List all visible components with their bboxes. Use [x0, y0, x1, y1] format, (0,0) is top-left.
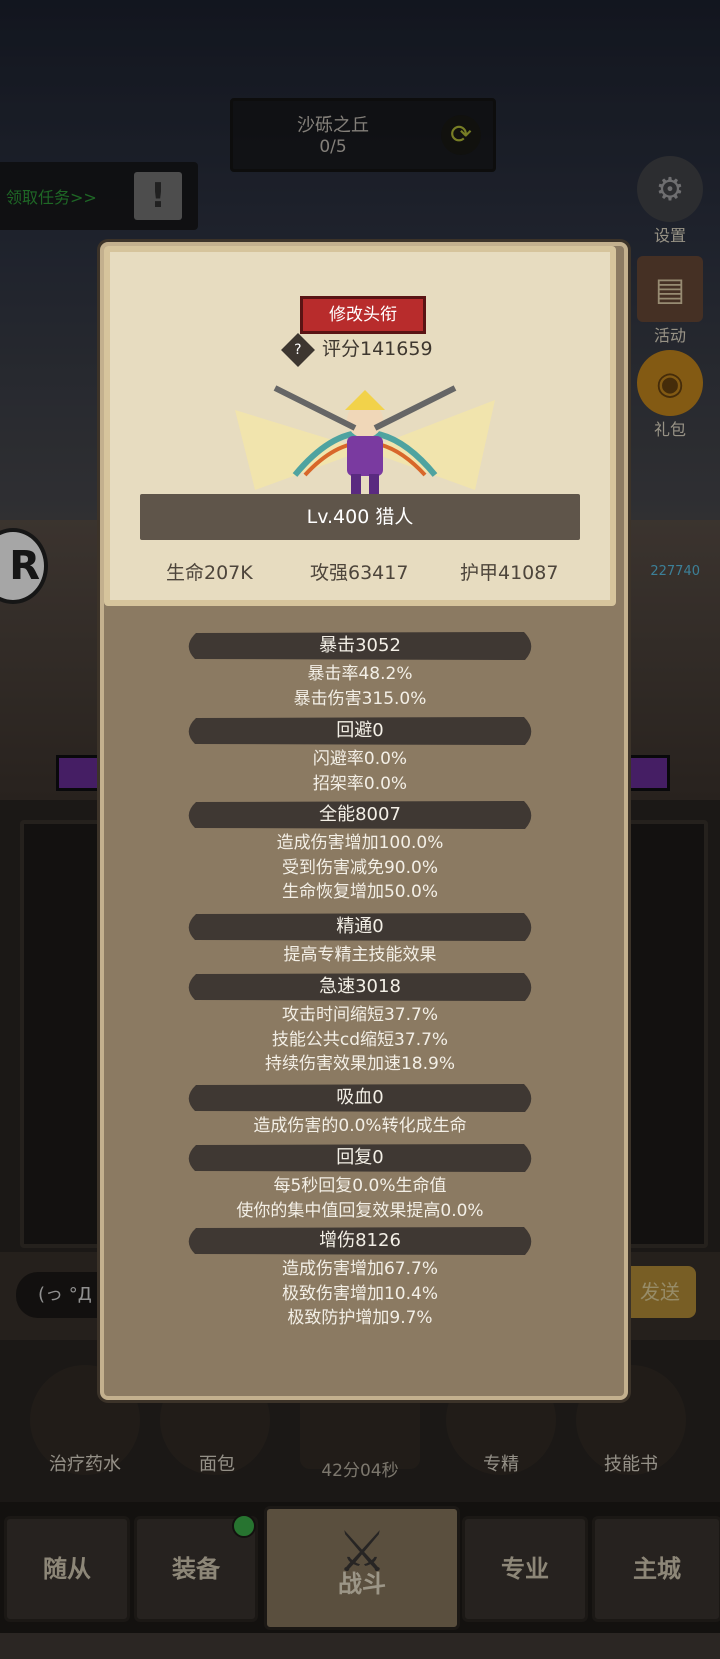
stat-detail: 暴击率48.2%	[307, 664, 413, 684]
stat-header-text: 精通0	[336, 916, 384, 937]
stat-header-text: 回避0	[336, 720, 384, 741]
score-text: 评分141659	[322, 338, 433, 360]
stat-detail: 闪避率0.0%	[312, 749, 408, 769]
stat-header-text: 吸血0	[336, 1087, 384, 1108]
stat-detail: 使你的集中值回复效果提高0.0%	[236, 1200, 484, 1221]
stat-header: 回避0	[182, 716, 538, 746]
stat-detail: 造成伤害增加100.0%	[276, 833, 444, 853]
stat-header-text: 暴击3052	[319, 635, 401, 656]
stat-detail: 持续伤害效果加速18.9%	[264, 1054, 455, 1074]
stat-detail: 每5秒回复0.0%生命值	[273, 1176, 447, 1196]
help-icon[interactable]: ?	[281, 332, 315, 367]
level-class-bar: Lv.400 猎人	[140, 494, 580, 540]
hunter-avatar	[235, 385, 495, 494]
stat-header: 精通0	[182, 912, 538, 942]
stat-detail: 造成伤害的0.0%转化成生命	[253, 1116, 467, 1136]
stat-header: 吸血0	[182, 1083, 538, 1113]
stat-detail: 极致防护增加9.7%	[287, 1308, 433, 1328]
change-title-button[interactable]: 修改头衔	[300, 296, 426, 334]
stat-detail: 极致伤害增加10.4%	[281, 1283, 438, 1304]
stat-header: 暴击3052	[182, 631, 538, 661]
stat-detail: 暴击伤害315.0%	[293, 688, 427, 709]
stat-header: 回复0	[182, 1143, 538, 1173]
stat-detail: 攻击时间缩短37.7%	[281, 1005, 438, 1025]
score-row: ? 评分141659	[281, 332, 456, 367]
stat-detail: 生命恢复增加50.0%	[281, 882, 438, 902]
stat-header-text: 回复0	[336, 1147, 384, 1168]
stat-detail: 招架率0.0%	[312, 773, 408, 794]
stat-header: 增伤8126	[182, 1226, 538, 1256]
stat-header: 急速3018	[182, 972, 538, 1002]
hp-stat: 生命207K	[166, 562, 253, 584]
stat-header-text: 增伤8126	[319, 1230, 401, 1251]
stat-detail: 受到伤害减免90.0%	[281, 857, 438, 878]
attack-stat: 攻强63417	[310, 562, 409, 584]
stat-detail: 造成伤害增加67.7%	[281, 1259, 438, 1279]
stat-detail: 技能公共cd缩短37.7%	[271, 1029, 449, 1050]
stat-header: 全能8007	[182, 800, 538, 830]
stat-header-text: 急速3018	[319, 976, 401, 997]
stat-header-text: 全能8007	[319, 804, 401, 825]
stat-detail: 提高专精主技能效果	[283, 945, 437, 965]
armor-stat: 护甲41087	[460, 562, 559, 584]
